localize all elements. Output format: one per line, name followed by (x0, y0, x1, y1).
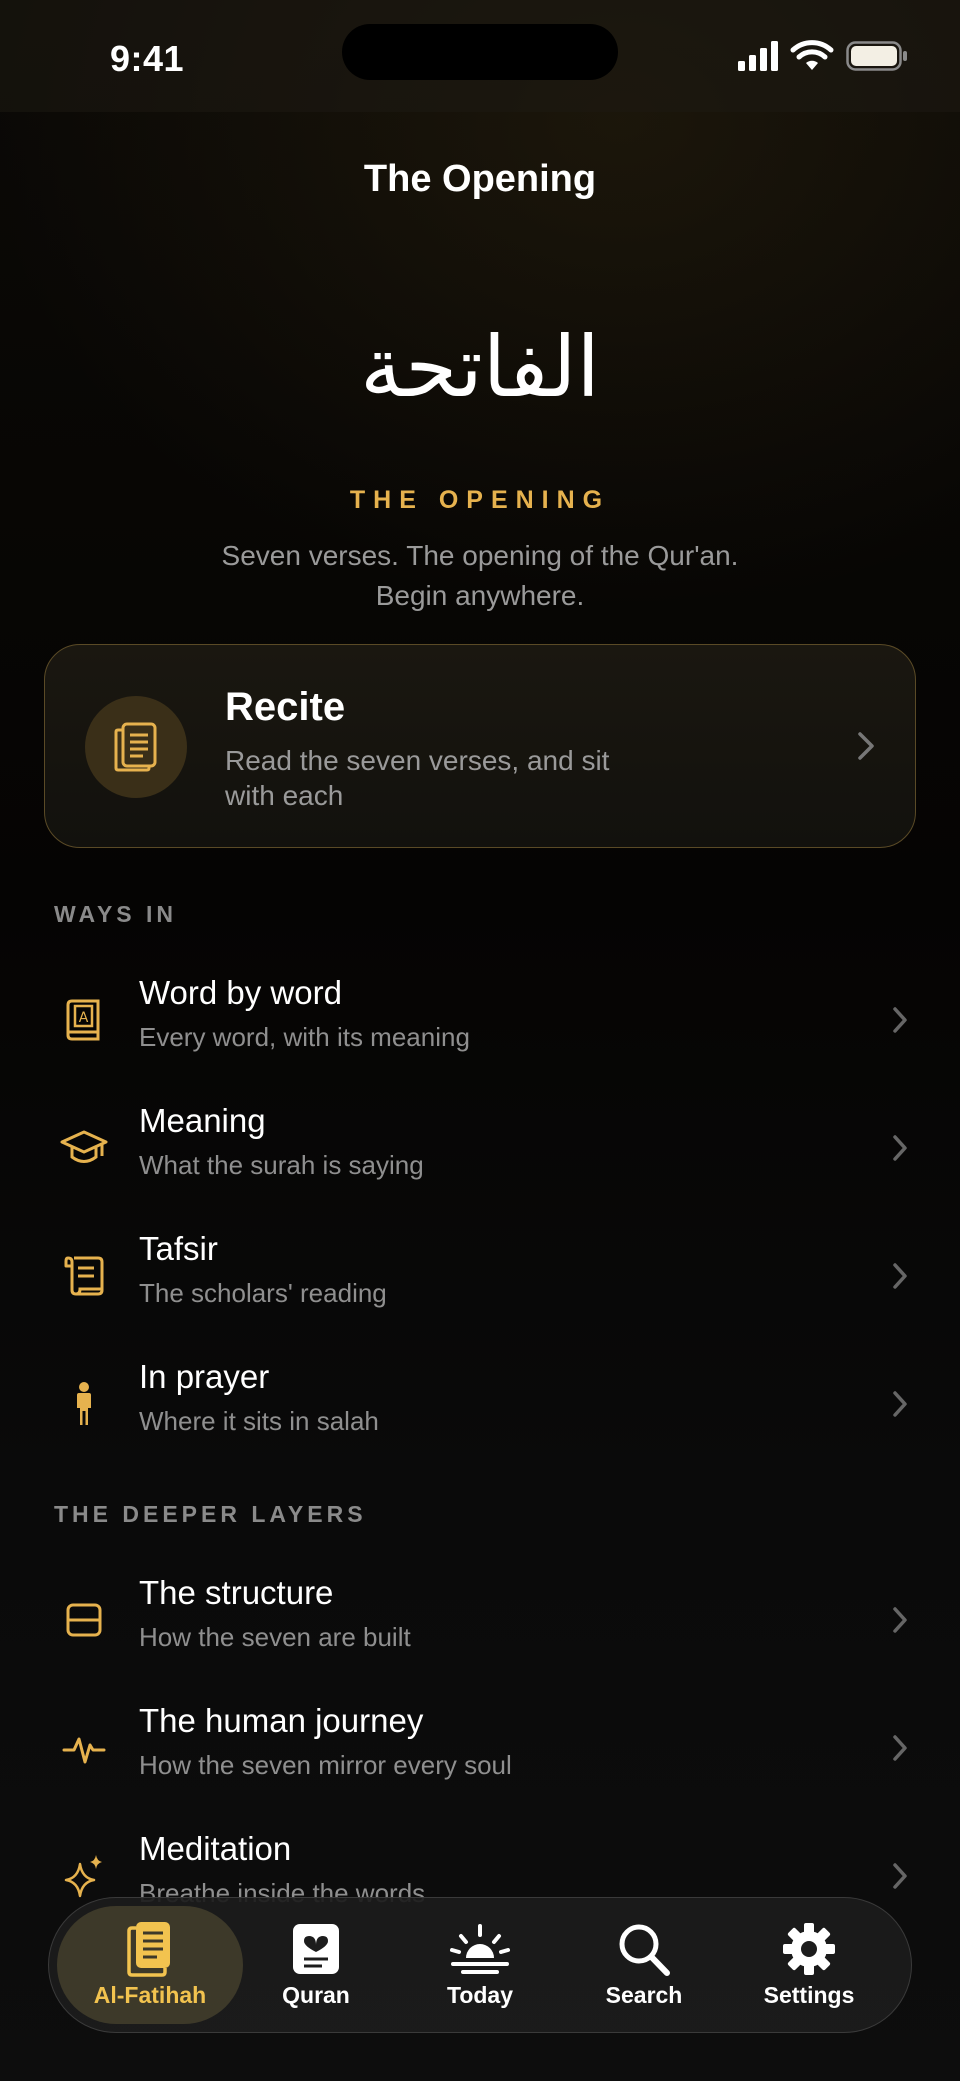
row-subtitle: Where it sits in salah (139, 1406, 379, 1436)
tab-settings[interactable]: Settings (734, 1920, 884, 2009)
sparkles-icon (64, 1855, 102, 1898)
tab-bar: Al-Fatihah Quran Today Search Settings (48, 1897, 912, 2033)
chevron-right-icon (893, 1135, 907, 1161)
row-subtitle: The scholars' reading (139, 1278, 387, 1308)
svg-text:A: A (79, 1010, 89, 1026)
dictionary-icon: A (66, 999, 100, 1041)
status-time: 9:41 (110, 38, 185, 79)
nav-title: The Opening (363, 158, 597, 200)
cellular-signal-icon (738, 41, 778, 71)
row-subtitle: Every word, with its meaning (139, 1022, 470, 1052)
recite-card[interactable]: Recite Read the seven verses, and sit wi… (44, 644, 916, 848)
tab-label: Search (605, 1982, 683, 2008)
row-subtitle: How the seven mirror every soul (139, 1750, 512, 1780)
row-meaning[interactable]: Meaning What the surah is saying (44, 1092, 916, 1202)
recite-title: Recite (225, 685, 346, 729)
tab-quran[interactable]: Quran (241, 1920, 391, 2009)
row-title: The structure (139, 1574, 334, 1611)
sunrise-icon (450, 1924, 510, 1974)
row-title: In prayer (139, 1358, 270, 1395)
magnifier-icon (619, 1924, 670, 1976)
heartbeat-icon (62, 1737, 106, 1764)
chevron-right-icon (893, 1391, 907, 1417)
quran-heart-icon (293, 1924, 339, 1974)
row-title: Meditation (139, 1830, 292, 1867)
tab-search[interactable]: Search (569, 1920, 719, 2009)
chevron-right-icon (893, 1263, 907, 1289)
chevron-right-icon (893, 1735, 907, 1761)
intro-text: Seven verses. The opening of the Qur'an.… (0, 536, 960, 616)
chevron-right-icon (893, 1007, 907, 1033)
arabic-surah-title: الفاتحة (360, 318, 600, 416)
intro-line-1: Seven verses. The opening of the Qur'an. (221, 540, 739, 571)
row-subtitle: What the surah is saying (139, 1150, 424, 1180)
tab-al-fatihah[interactable]: Al-Fatihah (75, 1920, 225, 2009)
gear-icon (783, 1923, 835, 1975)
split-square-icon (66, 1603, 102, 1637)
status-bar: 9:41 (0, 0, 960, 112)
row-subtitle: How the seven are built (139, 1622, 411, 1652)
tab-today[interactable]: Today (405, 1920, 555, 2009)
surah-eyebrow: THE OPENING (349, 486, 611, 514)
chevron-right-icon (893, 1863, 907, 1889)
book-pages-icon (114, 722, 157, 772)
row-title: Word by word (139, 974, 342, 1011)
standing-person-icon (77, 1382, 91, 1425)
section-label-ways-in: WAYS IN (54, 901, 178, 927)
chevron-right-icon (858, 732, 874, 760)
intro-line-2: Begin anywhere. (375, 580, 585, 611)
row-title: Tafsir (139, 1230, 218, 1267)
graduation-cap-icon (60, 1130, 108, 1163)
status-icons (738, 38, 908, 74)
section-label-deeper-layers: THE DEEPER LAYERS (54, 1501, 367, 1527)
scroll-icon (64, 1256, 104, 1296)
recite-icon-badge (85, 696, 187, 798)
dynamic-island (342, 24, 618, 80)
row-structure[interactable]: The structure How the seven are built (44, 1564, 916, 1674)
wifi-icon (790, 40, 834, 70)
tab-label: Al-Fatihah (93, 1982, 207, 2008)
tab-label: Quran (282, 1982, 350, 2008)
tab-label: Settings (763, 1982, 855, 2008)
row-human-journey[interactable]: The human journey How the seven mirror e… (44, 1692, 916, 1802)
recite-subtitle: Read the seven verses, and sit with each (225, 745, 610, 811)
row-title: The human journey (139, 1702, 424, 1739)
row-tafsir[interactable]: Tafsir The scholars' reading (44, 1220, 916, 1330)
tab-label: Today (446, 1982, 514, 2008)
row-word-by-word[interactable]: A Word by word Every word, with its mean… (44, 964, 916, 1074)
row-in-prayer[interactable]: In prayer Where it sits in salah (44, 1348, 916, 1458)
row-title: Meaning (139, 1102, 266, 1139)
chevron-right-icon (893, 1607, 907, 1633)
book-icon (127, 1922, 170, 1977)
battery-icon (846, 41, 907, 71)
